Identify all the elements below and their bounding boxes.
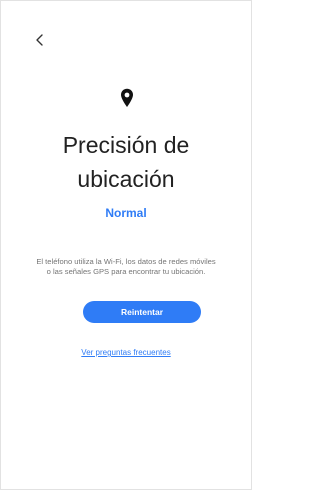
description-line-2: o las señales GPS para encontrar tu ubic… bbox=[46, 267, 206, 276]
location-accuracy-screen: Precisión de ubicación Normal El teléfon… bbox=[0, 0, 252, 490]
page-title-line-2: ubicación bbox=[77, 166, 175, 192]
retry-button[interactable]: Reintentar bbox=[83, 301, 201, 323]
faq-link[interactable]: Ver preguntas frecuentes bbox=[1, 347, 251, 359]
page-title-line-1: Precisión de bbox=[62, 132, 190, 158]
back-button[interactable] bbox=[29, 31, 51, 53]
location-pin-icon bbox=[119, 87, 135, 109]
description-line-1: El teléfono utiliza la Wi-Fi, los datos … bbox=[36, 257, 216, 266]
chevron-left-icon bbox=[34, 33, 46, 52]
accuracy-status: Normal bbox=[105, 206, 147, 220]
